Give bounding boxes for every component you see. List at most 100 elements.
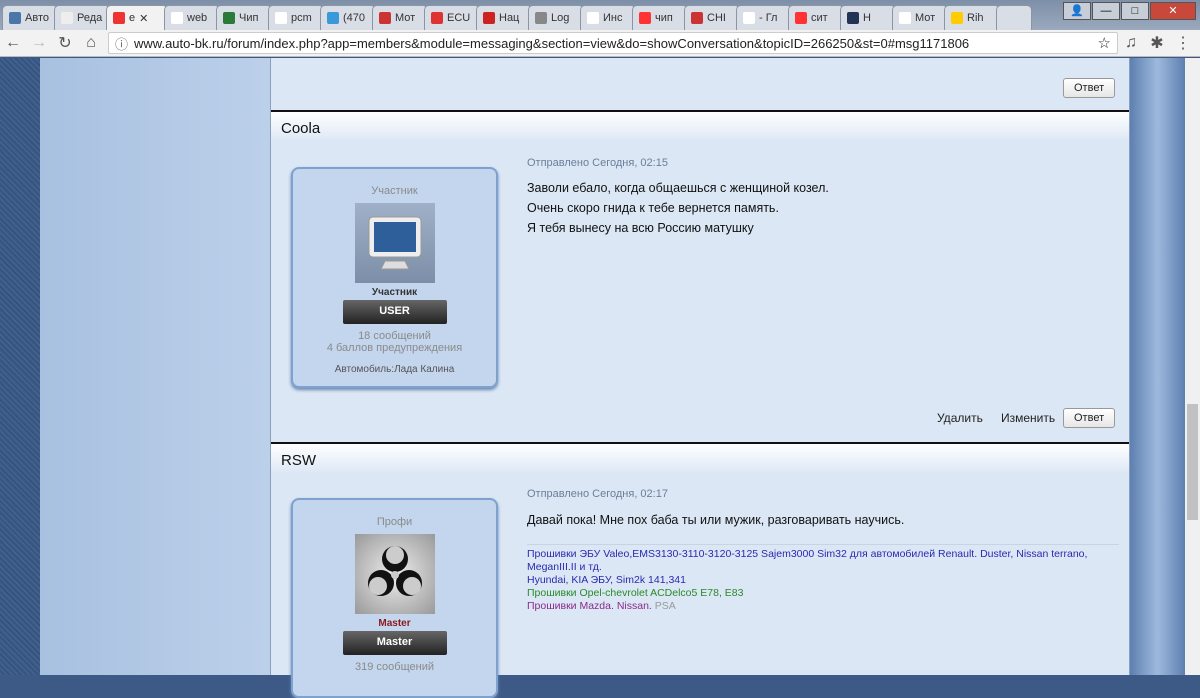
game-icon: [847, 12, 859, 24]
reply-button[interactable]: Ответ: [1063, 78, 1116, 98]
sms-icon: [223, 12, 235, 24]
close-button[interactable]: ✕: [1150, 2, 1196, 20]
address-bar[interactable]: ⓘ www.auto-bk.ru/forum/index.php?app=mem…: [108, 32, 1118, 54]
browser-tab[interactable]: Инс: [580, 5, 636, 30]
browser-tab[interactable]: CHI: [684, 5, 740, 30]
post-body: Заволи ебало, когда общаешься с женщиной…: [527, 178, 829, 238]
page-icon: [587, 12, 599, 24]
url-text: www.auto-bk.ru/forum/index.php?app=membe…: [134, 35, 970, 51]
yandex-icon: [795, 12, 807, 24]
avatar[interactable]: [354, 203, 435, 283]
browser-tab[interactable]: чип: [632, 5, 688, 30]
group-name: Master: [378, 618, 411, 629]
forward-icon[interactable]: →: [26, 34, 52, 52]
bookmark-star-icon[interactable]: ☆: [1098, 34, 1111, 52]
tab-label: Реда: [77, 12, 103, 24]
log-icon: [535, 12, 547, 24]
browser-tab[interactable]: ECU: [424, 5, 480, 30]
minimize-button[interactable]: —: [1092, 2, 1120, 20]
page-icon: [743, 12, 755, 24]
info-icon[interactable]: ⓘ: [115, 34, 128, 53]
reply-button[interactable]: Ответ: [1063, 408, 1116, 428]
post-line: Заволи ебало, когда общаешься с женщиной…: [527, 181, 829, 195]
yandex-icon: [639, 12, 651, 24]
post-line: Очень скоро гнида к тебе вернется память…: [527, 201, 779, 215]
tab-label: Инс: [603, 12, 623, 24]
browser-tab[interactable]: Мот: [372, 5, 428, 30]
post-count[interactable]: 319 сообщений: [293, 661, 496, 673]
gt-icon: [379, 12, 391, 24]
post-line: Я тебя вынесу на всю Россию матушку: [527, 221, 754, 235]
scrollbar[interactable]: [1185, 58, 1200, 675]
maximize-button[interactable]: □: [1121, 2, 1149, 20]
browser-tab[interactable]: Rih: [944, 5, 1000, 30]
page: Ответ Coola Участник Участник USER 18 со…: [0, 58, 1200, 698]
browser-tab[interactable]: - Гл: [736, 5, 792, 30]
browser-tab[interactable]: (470: [320, 5, 376, 30]
extension-icon[interactable]: ♫: [1118, 34, 1144, 52]
tab-label: Rih: [967, 12, 984, 24]
browser-tab[interactable]: Нац: [476, 5, 532, 30]
post-body: Давай пока! Мне пох баба ты или мужик, р…: [527, 513, 905, 527]
tab-label: Log: [551, 12, 570, 24]
star-icon: [113, 12, 125, 24]
browser-tab[interactable]: Реда: [54, 5, 110, 30]
browser-tab[interactable]: Log: [528, 5, 584, 30]
signature-link[interactable]: Прошивки Mazda. Nissan.: [527, 600, 652, 612]
conversation: Ответ Coola Участник Участник USER 18 со…: [270, 58, 1130, 698]
tab-label: e: [129, 12, 136, 24]
browser-tab[interactable]: Мот: [892, 5, 948, 30]
post-date: Отправлено Сегодня, 02:15: [527, 157, 668, 169]
avatar[interactable]: [354, 534, 435, 614]
sidebar: [40, 58, 272, 675]
tab-label: чип: [655, 12, 673, 24]
tab-label: Чип: [239, 12, 259, 24]
biohazard-icon: [367, 546, 422, 596]
user-car: Автомобиль:Лада Калина: [334, 364, 455, 375]
post-author[interactable]: RSW: [271, 444, 1129, 474]
browser-tab[interactable]: Авто: [2, 5, 58, 30]
signature-link[interactable]: PSA: [655, 600, 676, 612]
toolbar: ← → ↻ ⌂ ⓘ www.auto-bk.ru/forum/index.php…: [0, 30, 1200, 57]
signature-link[interactable]: Прошивки ЭБУ Valeo,EMS3130-3110-3120-312…: [527, 548, 1119, 574]
edit-link[interactable]: Изменить: [1001, 411, 1055, 425]
group-badge: Master: [342, 631, 447, 655]
post-count[interactable]: 18 сообщений: [293, 330, 496, 342]
browser-tab[interactable]: pcm: [268, 5, 324, 30]
close-tab-icon[interactable]: ✕: [139, 12, 148, 25]
scrollbar-thumb[interactable]: [1187, 404, 1198, 520]
browser-tab[interactable]: Чип: [216, 5, 272, 30]
user-rank: Профи: [376, 516, 413, 528]
flower-icon: [483, 12, 495, 24]
user-button[interactable]: 👤: [1063, 2, 1091, 20]
post-author[interactable]: Coola: [271, 112, 1129, 142]
home-icon[interactable]: ⌂: [78, 34, 104, 52]
tab-label: CHI: [707, 12, 726, 24]
tab-label: Н: [863, 12, 871, 24]
et-icon: [431, 12, 443, 24]
new-tab-button[interactable]: [996, 5, 1032, 30]
browser-tab[interactable]: сит: [788, 5, 844, 30]
tab-label: сит: [811, 12, 828, 24]
reload-icon[interactable]: ↻: [52, 33, 78, 53]
menu-icon[interactable]: ⋮: [1170, 33, 1196, 53]
tab-label: (470: [343, 12, 366, 24]
delete-link[interactable]: Удалить: [937, 411, 983, 425]
mail-icon: [327, 12, 339, 24]
browser-tab[interactable]: Н: [840, 5, 896, 30]
browser-tab[interactable]: e ✕: [106, 5, 168, 30]
tab-label: web: [187, 12, 208, 24]
user-card: Участник Участник USER 18 сообщений 4 ба…: [291, 167, 498, 388]
tab-label: pcm: [291, 12, 312, 24]
browser-tab[interactable]: web: [164, 5, 220, 30]
right-border: [1130, 58, 1185, 675]
gt-icon: [691, 12, 703, 24]
signature-link[interactable]: Прошивки Opel-chevrolet ACDelco5 E78, E8…: [527, 587, 1119, 600]
tab-strip: Авто Реда e ✕ web Чип pcm (470 Мот ECU Нац Log Инс чи…: [0, 0, 1200, 30]
puzzle-icon[interactable]: ✱: [1144, 33, 1170, 53]
tab-label: Авто: [25, 12, 49, 24]
tab-label: Мот: [915, 12, 936, 24]
play-icon: [951, 12, 963, 24]
back-icon[interactable]: ←: [0, 34, 26, 52]
signature-link[interactable]: Hyundai, KIA ЭБУ, Sim2k 141,341: [527, 574, 1119, 587]
